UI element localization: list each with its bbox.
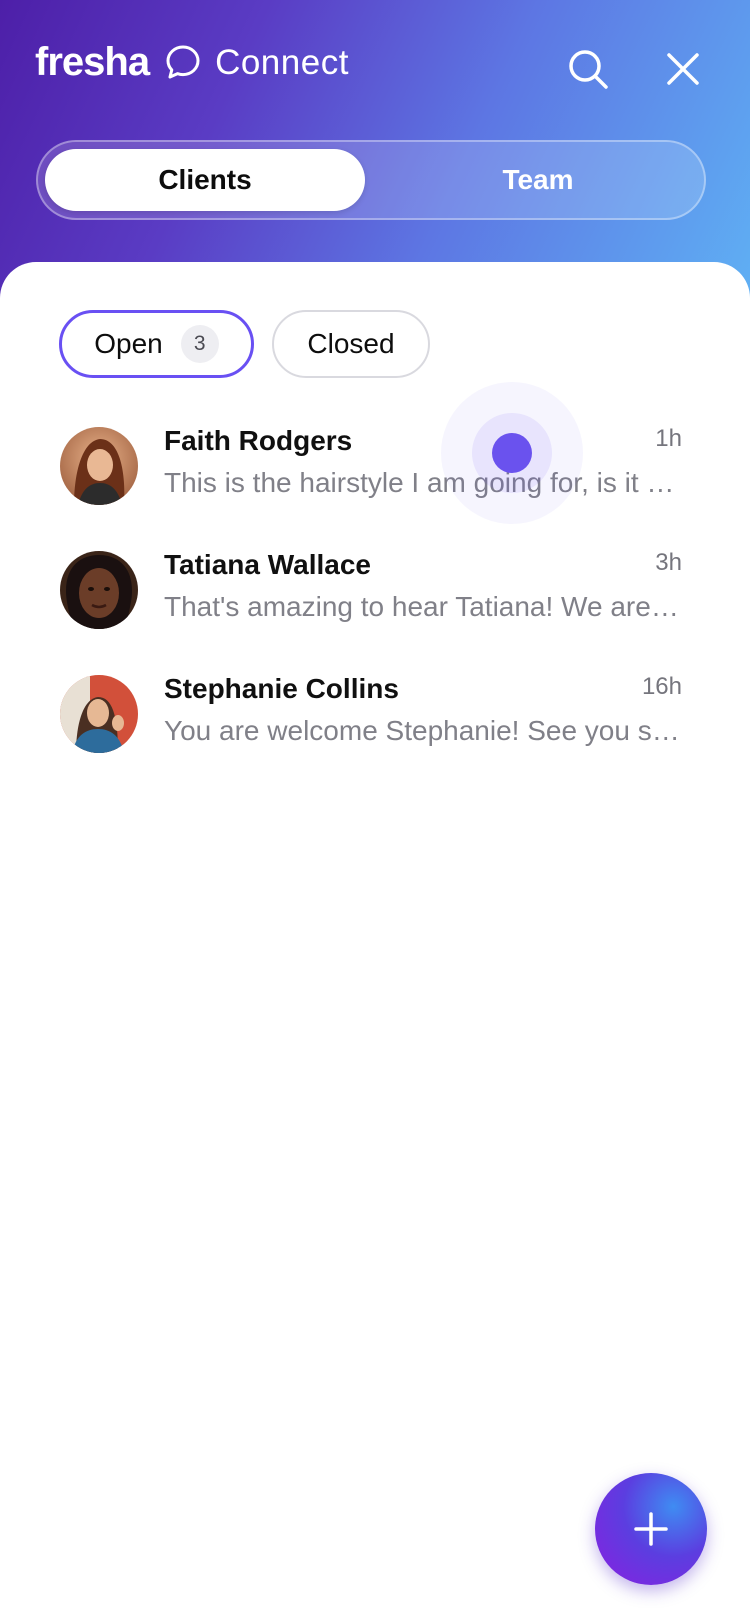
close-button[interactable]: [660, 46, 706, 92]
contact-name: Stephanie Collins: [164, 673, 399, 704]
conversation-item-faith-rodgers[interactable]: Faith Rodgers 1h This is the hairstyle I…: [0, 415, 750, 525]
search-icon: [569, 50, 608, 89]
message-preview: You are welcome Stephanie! See you soon.: [164, 715, 684, 746]
connect-label: Connect: [215, 42, 349, 82]
message-time: 1h: [655, 425, 682, 452]
close-icon: [667, 53, 699, 85]
message-preview: This is the hairstyle I am going for, is…: [164, 467, 684, 498]
avatar: [60, 551, 138, 629]
conversation-panel: Open 3 Closed Faith Rodgers 1h This is t…: [0, 262, 750, 1624]
brand: fresha Connect: [35, 42, 349, 82]
filter-open-button[interactable]: Open 3: [59, 310, 254, 378]
new-conversation-button[interactable]: [595, 1473, 707, 1585]
search-button[interactable]: [565, 46, 611, 92]
filter-open-label: Open: [94, 328, 163, 359]
open-count-badge: 3: [180, 325, 219, 363]
screen: fresha Connect Clients Team Open 3 Close…: [0, 0, 750, 1624]
message-time: 16h: [641, 673, 682, 700]
fresha-logo: fresha: [35, 40, 150, 84]
avatar: [60, 427, 138, 505]
message-preview: That's amazing to hear Tatiana! We are l…: [164, 591, 684, 622]
filter-closed-label: Closed: [307, 328, 395, 359]
message-time: 3h: [655, 549, 682, 576]
conversation-item-stephanie-collins[interactable]: Stephanie Collins 16h You are welcome St…: [0, 663, 750, 773]
clients-team-segmented-control: Clients Team: [36, 140, 706, 220]
contact-name: Faith Rodgers: [164, 425, 353, 456]
avatar: [60, 675, 138, 753]
conversation-item-tatiana-wallace[interactable]: Tatiana Wallace 3h That's amazing to hea…: [0, 539, 750, 649]
tab-team[interactable]: Team: [378, 149, 698, 211]
chat-bubble-icon: [163, 42, 203, 82]
plus-icon: [634, 1512, 668, 1546]
filter-closed-button[interactable]: Closed: [272, 310, 430, 378]
tab-clients[interactable]: Clients: [45, 149, 365, 211]
contact-name: Tatiana Wallace: [164, 549, 371, 580]
top-bar: fresha Connect: [0, 0, 750, 140]
